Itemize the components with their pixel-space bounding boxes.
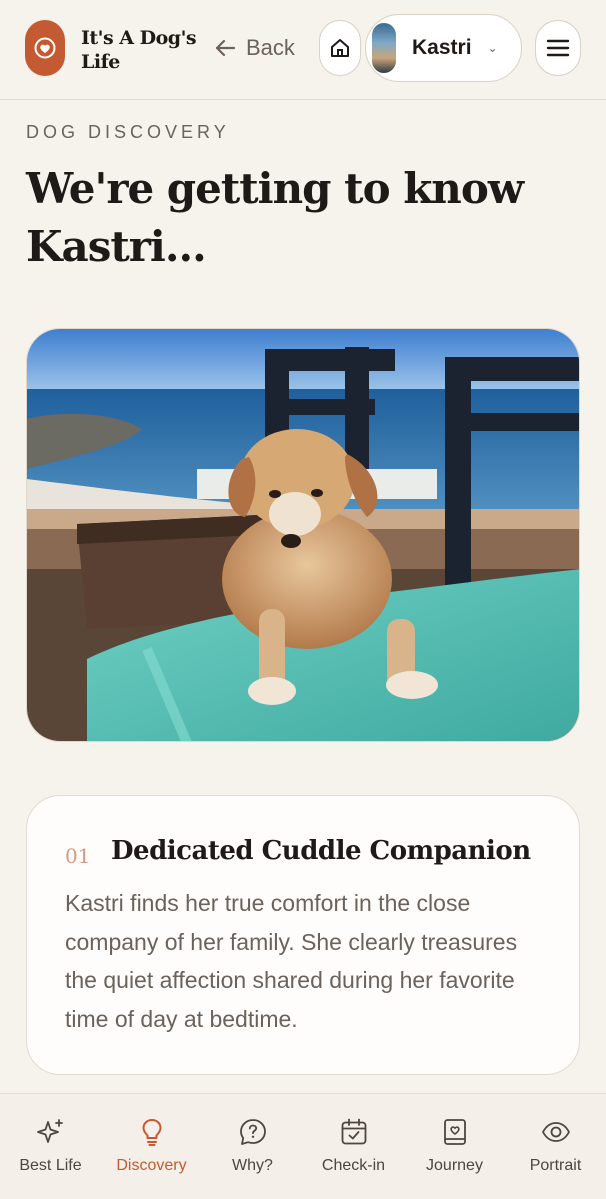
menu-button[interactable] [535,20,581,76]
lightbulb-icon [136,1116,168,1148]
nav-label-why: Why? [232,1157,273,1174]
chevron-down-icon: ⌄ [487,41,498,55]
nav-label-check-in: Check-in [321,1157,386,1174]
nav-item-discovery[interactable]: Discovery [101,1094,202,1199]
trait-card: 01 Dedicated Cuddle Companion Kastri fin… [26,795,580,1075]
trait-title: Dedicated Cuddle Companion [111,836,531,866]
app-header: It's A Dog's Life Back Kastri ⌄ [0,0,606,100]
nav-item-why[interactable]: Why? [202,1094,303,1199]
eye-icon [540,1116,572,1148]
nav-item-portrait[interactable]: Portrait [505,1094,606,1199]
back-label: Back [246,35,295,60]
hamburger-menu-icon [546,39,570,57]
dog-avatar [372,23,396,73]
dog-selector-name: Kastri [412,36,472,59]
home-button[interactable] [319,20,361,76]
nav-label-discovery: Discovery [116,1157,187,1174]
page-title: We're getting to know Kastri... [26,164,524,271]
journal-heart-icon [439,1116,471,1148]
dog-photo [26,328,580,742]
back-button[interactable]: Back [214,30,295,66]
nav-label-portrait: Portrait [529,1157,582,1174]
trait-number: 01 [65,844,91,868]
home-icon [331,39,349,57]
section-eyebrow: DOG DISCOVERY [26,122,230,142]
nav-item-check-in[interactable]: Check-in [303,1094,404,1199]
nav-item-journey[interactable]: Journey [404,1094,505,1199]
calendar-check-icon [338,1116,370,1148]
logo-heart-icon[interactable] [25,20,65,76]
bottom-nav: Best Life Discovery Why? Check-in Journe… [0,1093,606,1199]
arrow-left-icon [215,39,236,57]
nav-item-best-life[interactable]: Best Life [0,1094,101,1199]
question-bubble-icon [237,1116,269,1148]
trait-description: Kastri finds her true comfort in the clo… [65,890,518,1032]
dog-selector[interactable]: Kastri ⌄ [365,14,522,82]
nav-label-journey: Journey [426,1157,483,1174]
sparkles-icon [35,1116,67,1148]
nav-label-best-life: Best Life [19,1157,82,1174]
brand-name[interactable]: It's A Dog's Life [81,26,201,74]
